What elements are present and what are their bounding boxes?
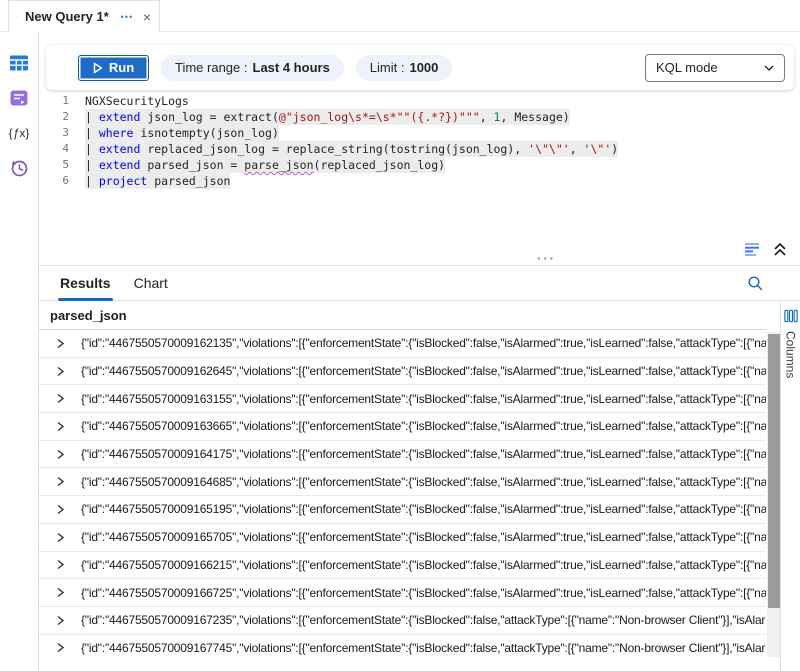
limit-picker[interactable]: Limit : 1000 (356, 55, 453, 81)
row-json-text: {"id":"4467550570009165195","violations"… (81, 502, 766, 516)
left-rail: {ƒx} (0, 32, 39, 671)
table-row[interactable]: {"id":"4467550570009167745","violations"… (39, 635, 766, 657)
query-tab-title: New Query 1* (25, 9, 109, 24)
code-line: 5| extend parsed_json = parse_json(repla… (39, 157, 794, 173)
columns-icon (784, 309, 798, 323)
query-editor[interactable]: 1NGXSecurityLogs2| extend json_log = ext… (39, 93, 794, 243)
results-pane: Results Chart parsed_json {"id":"4467550… (39, 266, 800, 671)
row-json-text: {"id":"4467550570009162135","violations"… (81, 336, 766, 350)
code-line: 6| project parsed_json (39, 173, 794, 189)
query-history-icon[interactable] (9, 158, 29, 178)
row-expand-icon[interactable] (56, 449, 65, 460)
row-json-text: {"id":"4467550570009163155","violations"… (81, 392, 766, 406)
adx-logo-icon (17, 9, 18, 25)
row-json-text: {"id":"4467550570009166215","violations"… (81, 558, 766, 572)
line-number: 2 (39, 109, 69, 125)
table-row[interactable]: {"id":"4467550570009164685","violations"… (39, 468, 766, 496)
run-label: Run (109, 60, 134, 75)
table-row[interactable]: {"id":"4467550570009163665","violations"… (39, 413, 766, 441)
query-mode-value: KQL mode (656, 60, 764, 75)
query-pane: Run Time range : Last 4 hours Limit : 10… (39, 32, 800, 671)
row-json-text: {"id":"4467550570009166725","violations"… (81, 586, 766, 600)
tab-chart[interactable]: Chart (132, 266, 170, 301)
tab-results[interactable]: Results (58, 266, 113, 301)
row-expand-icon[interactable] (56, 587, 65, 598)
table-row[interactable]: {"id":"4467550570009162135","violations"… (39, 330, 766, 358)
code-line: 2| extend json_log = extract(@"json_log\… (39, 109, 794, 125)
column-header-parsed-json[interactable]: parsed_json (39, 301, 766, 330)
table-row[interactable]: {"id":"4467550570009165705","violations"… (39, 524, 766, 552)
code-line: 3| where isnotempty(json_log) (39, 125, 794, 141)
tab-more-options[interactable]: ⋯ (120, 9, 134, 25)
row-json-text: {"id":"4467550570009163665","violations"… (81, 419, 766, 433)
row-json-text: {"id":"4467550570009165705","violations"… (81, 530, 766, 544)
row-json-text: {"id":"4467550570009162645","violations"… (81, 364, 766, 378)
line-number: 1 (39, 93, 69, 109)
code-line: 4| extend replaced_json_log = replace_st… (39, 141, 794, 157)
line-number: 3 (39, 125, 69, 141)
query-toolbar: Run Time range : Last 4 hours Limit : 10… (46, 45, 794, 90)
vertical-scrollbar-thumb[interactable] (768, 334, 780, 608)
kusto-web-explorer: New Query 1* ⋯ × + Save Share ⋯ (0, 0, 800, 671)
code-line: 1NGXSecurityLogs (39, 93, 794, 109)
limit-label: Limit : (370, 60, 405, 75)
row-expand-icon[interactable] (56, 532, 65, 543)
query-tab[interactable]: New Query 1* ⋯ × (8, 0, 160, 32)
columns-panel-label: Columns (784, 331, 798, 378)
run-button[interactable]: Run (78, 55, 149, 81)
table-row[interactable]: {"id":"4467550570009166725","violations"… (39, 579, 766, 607)
pane-splitter-handle[interactable]: ··· (537, 251, 556, 266)
row-json-text: {"id":"4467550570009164685","violations"… (81, 475, 766, 489)
query-mode-select[interactable]: KQL mode (645, 54, 785, 82)
time-range-picker[interactable]: Time range : Last 4 hours (161, 55, 344, 81)
limit-value: 1000 (409, 60, 438, 75)
functions-icon[interactable]: {ƒx} (9, 123, 29, 143)
saved-scripts-icon[interactable] (9, 88, 29, 108)
line-number: 5 (39, 157, 69, 173)
row-expand-icon[interactable] (56, 338, 65, 349)
mode-chevron-down-icon (764, 65, 774, 71)
row-json-text: {"id":"4467550570009167235","violations"… (81, 613, 766, 627)
row-expand-icon[interactable] (56, 366, 65, 377)
recall-results-icon[interactable] (742, 239, 762, 259)
line-number: 4 (39, 141, 69, 157)
vertical-scrollbar[interactable] (767, 332, 780, 657)
row-json-text: {"id":"4467550570009167745","violations"… (81, 641, 766, 655)
table-row[interactable]: {"id":"4467550570009167235","violations"… (39, 607, 766, 635)
row-expand-icon[interactable] (56, 504, 65, 515)
row-expand-icon[interactable] (56, 615, 65, 626)
row-expand-icon[interactable] (56, 476, 65, 487)
table-row[interactable]: {"id":"4467550570009166215","violations"… (39, 552, 766, 580)
row-expand-icon[interactable] (56, 393, 65, 404)
row-json-text: {"id":"4467550570009164175","violations"… (81, 447, 766, 461)
columns-panel-toggle[interactable]: Columns (780, 301, 800, 671)
tab-close-icon[interactable]: × (143, 9, 151, 25)
row-expand-icon[interactable] (56, 421, 65, 432)
collapse-editor-icon[interactable] (770, 239, 790, 259)
run-play-icon (93, 62, 103, 74)
time-range-label: Time range : (175, 60, 248, 75)
time-range-value: Last 4 hours (253, 60, 330, 75)
line-number: 6 (39, 173, 69, 189)
results-tab-bar: Results Chart (39, 266, 800, 301)
code-lines: 1NGXSecurityLogs2| extend json_log = ext… (39, 93, 794, 189)
table-row[interactable]: {"id":"4467550570009164175","violations"… (39, 441, 766, 469)
row-expand-icon[interactable] (56, 559, 65, 570)
table-row[interactable]: {"id":"4467550570009165195","violations"… (39, 496, 766, 524)
search-icon[interactable] (747, 275, 764, 292)
row-expand-icon[interactable] (56, 642, 65, 653)
table-row[interactable]: {"id":"4467550570009163155","violations"… (39, 385, 766, 413)
editor-actions (742, 239, 790, 259)
results-rows: {"id":"4467550570009162135","violations"… (39, 330, 766, 657)
table-row[interactable]: {"id":"4467550570009162645","violations"… (39, 358, 766, 386)
connections-table-icon[interactable] (9, 53, 29, 73)
